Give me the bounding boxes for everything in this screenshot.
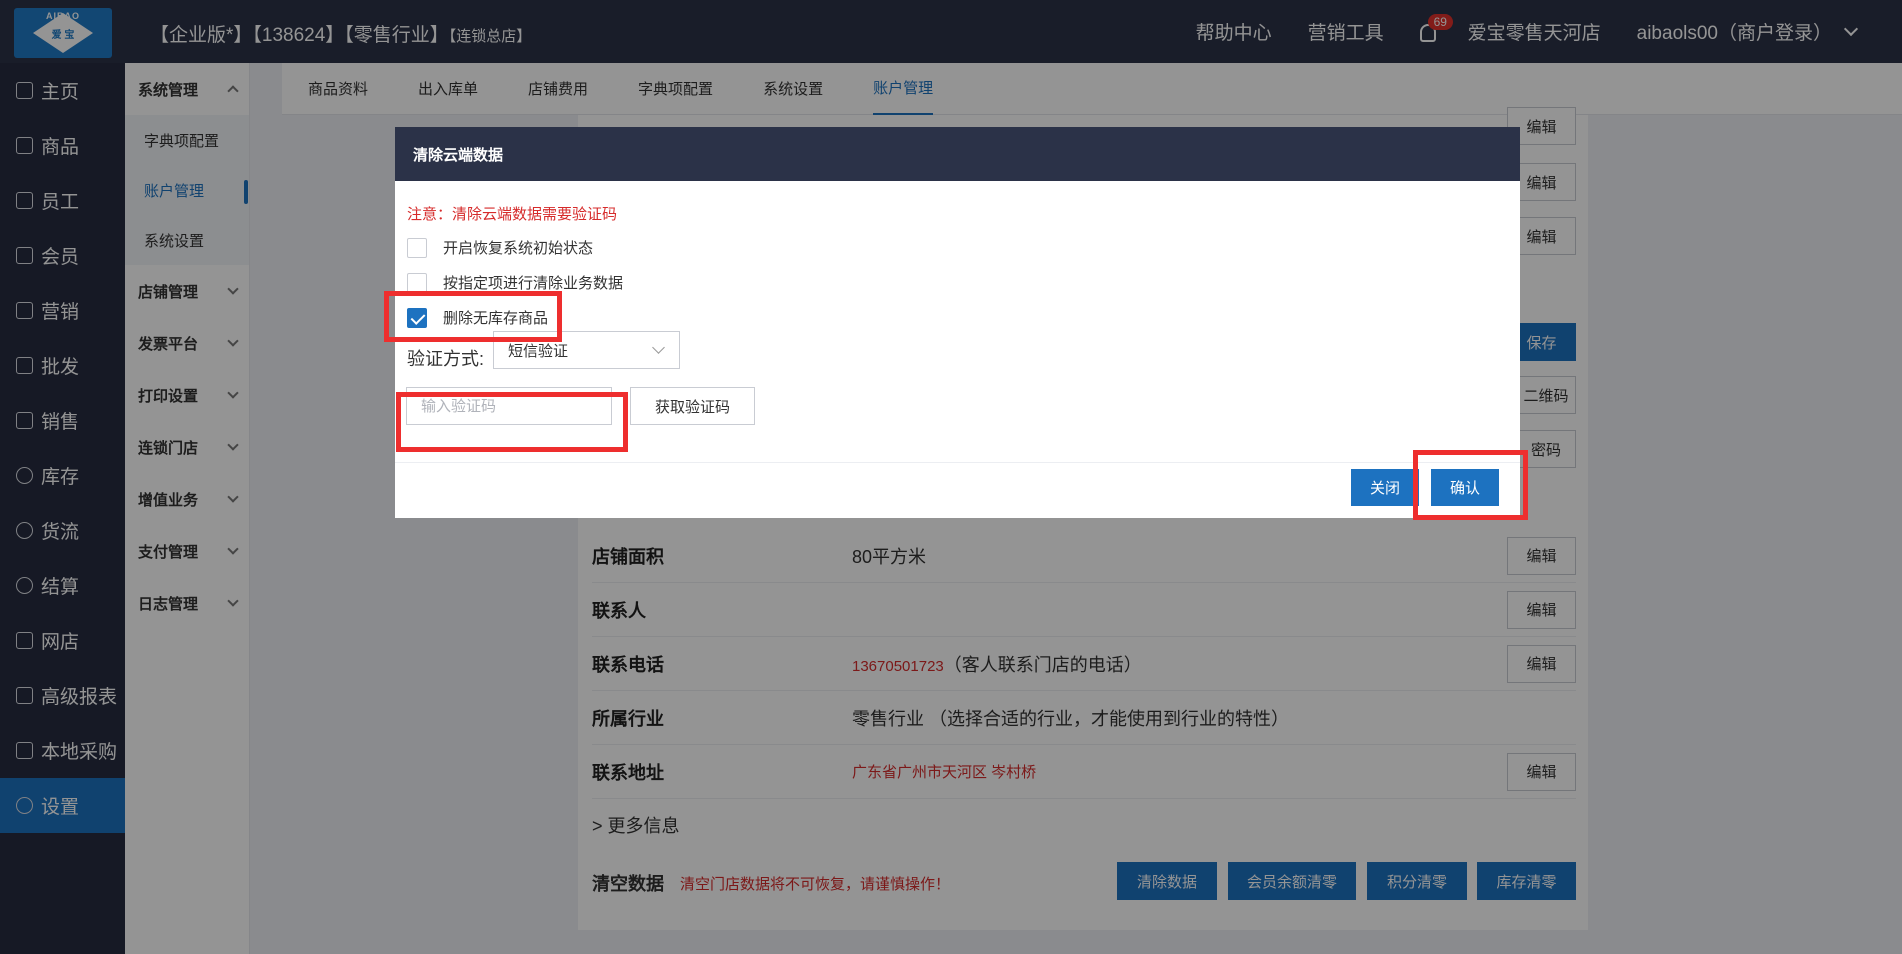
highlight-box-confirm	[1413, 450, 1528, 520]
chevron-down-icon	[652, 341, 665, 354]
verify-method-label: 验证方式:	[407, 349, 485, 369]
dialog-title: 清除云端数据	[395, 127, 1520, 181]
close-button[interactable]: 关闭	[1351, 469, 1419, 506]
option-label: 按指定项进行清除业务数据	[443, 275, 624, 292]
dialog-notice: 注意：清除云端数据需要验证码	[407, 206, 618, 223]
highlight-box-code-input	[396, 392, 628, 452]
checkbox[interactable]	[407, 272, 427, 293]
option-restore-initial[interactable]: 开启恢复系统初始状态	[407, 237, 593, 258]
get-code-button[interactable]: 获取验证码	[630, 387, 755, 425]
option-label: 开启恢复系统初始状态	[443, 240, 594, 257]
checkbox[interactable]	[407, 237, 427, 258]
clear-cloud-data-dialog: 清除云端数据 注意：清除云端数据需要验证码 开启恢复系统初始状态 按指定项进行清…	[395, 127, 1520, 518]
highlight-box-checkbox	[384, 291, 562, 342]
verify-method-value: 短信验证	[508, 342, 569, 360]
option-clear-specified[interactable]: 按指定项进行清除业务数据	[407, 272, 623, 293]
